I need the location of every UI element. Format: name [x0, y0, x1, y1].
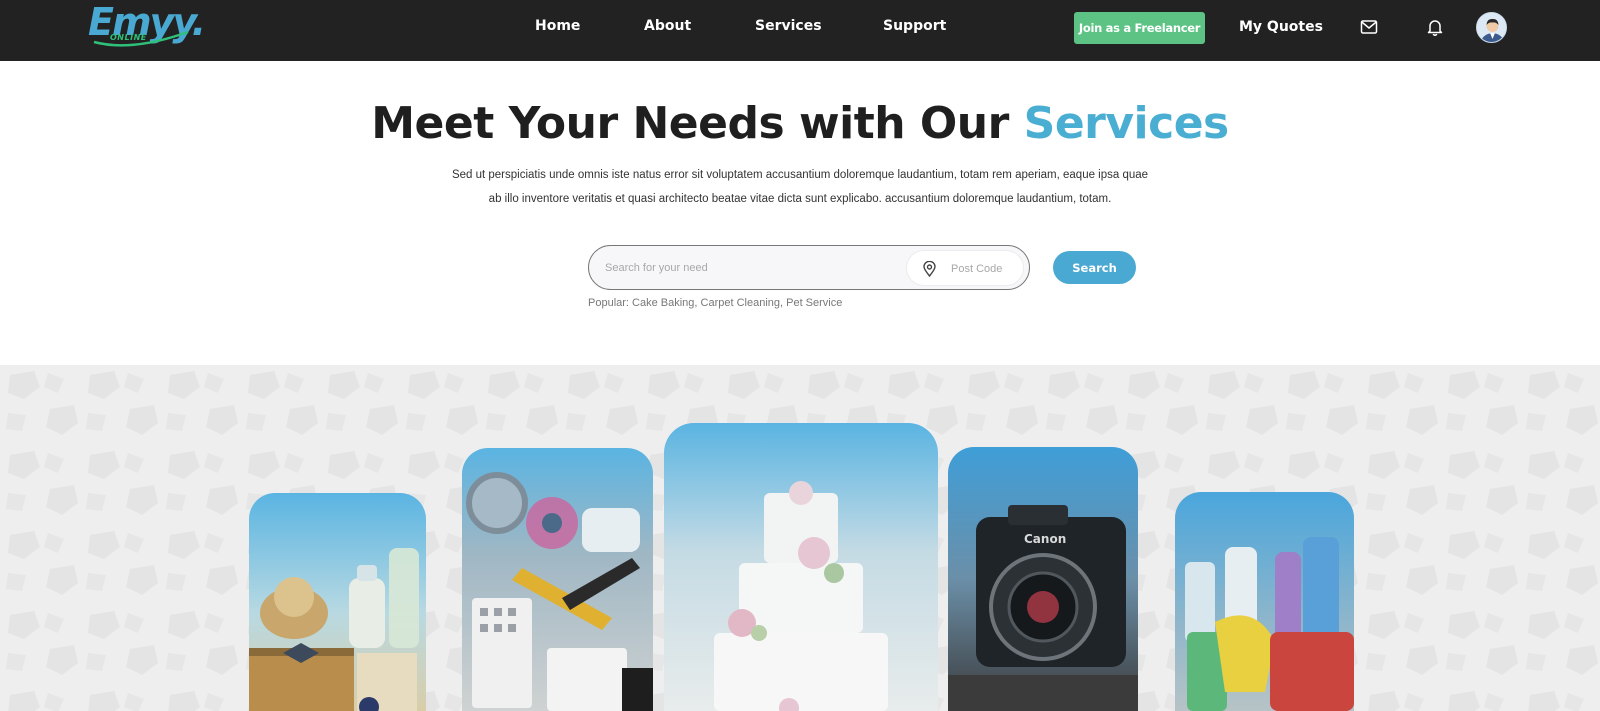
electrical-tools-image — [462, 448, 653, 711]
service-card-baby-products[interactable] — [249, 493, 426, 711]
search-button[interactable]: Search — [1053, 251, 1136, 284]
camera-brand-text: Canon — [1024, 532, 1066, 546]
hero-title-accent: Services — [1023, 98, 1230, 149]
top-navbar: Emyy. ONLINE Home About Services Support… — [0, 0, 1600, 61]
mail-icon[interactable] — [1360, 19, 1378, 39]
location-pin-icon — [923, 260, 936, 281]
service-gallery: Canon — [0, 365, 1600, 711]
brand-logo[interactable]: Emyy. ONLINE — [88, 0, 206, 48]
camera-image: Canon — [948, 447, 1138, 711]
nav-about[interactable]: About — [644, 18, 691, 34]
service-card-electrical[interactable] — [462, 448, 653, 711]
my-quotes-link[interactable]: My Quotes — [1239, 19, 1323, 35]
hero-title-main: Meet Your Needs with Our — [371, 98, 1024, 149]
hero-description: Sed ut perspiciatis unde omnis iste natu… — [451, 169, 1149, 205]
service-card-carpet-cleaning[interactable] — [1175, 492, 1354, 711]
wedding-cake-image — [664, 423, 938, 711]
cleaning-supplies-image — [1175, 492, 1354, 711]
postcode-input[interactable] — [951, 259, 1017, 279]
service-card-photography[interactable]: Canon — [948, 447, 1138, 711]
search-input[interactable] — [605, 258, 895, 278]
postcode-wrapper — [906, 250, 1024, 286]
nav-support[interactable]: Support — [883, 18, 946, 34]
service-card-cake-baking[interactable] — [664, 423, 938, 711]
nav-home[interactable]: Home — [535, 18, 580, 34]
hero-title: Meet Your Needs with Our Services — [0, 98, 1600, 149]
baby-products-image — [249, 493, 426, 711]
nav-services[interactable]: Services — [755, 18, 822, 34]
bell-icon[interactable] — [1427, 18, 1443, 40]
join-freelancer-button[interactable]: Join as a Freelancer — [1074, 12, 1205, 44]
user-avatar[interactable] — [1476, 12, 1507, 43]
search-bar — [588, 245, 1030, 290]
popular-searches: Popular: Cake Baking, Carpet Cleaning, P… — [588, 297, 843, 309]
logo-subtext: ONLINE — [110, 33, 147, 42]
